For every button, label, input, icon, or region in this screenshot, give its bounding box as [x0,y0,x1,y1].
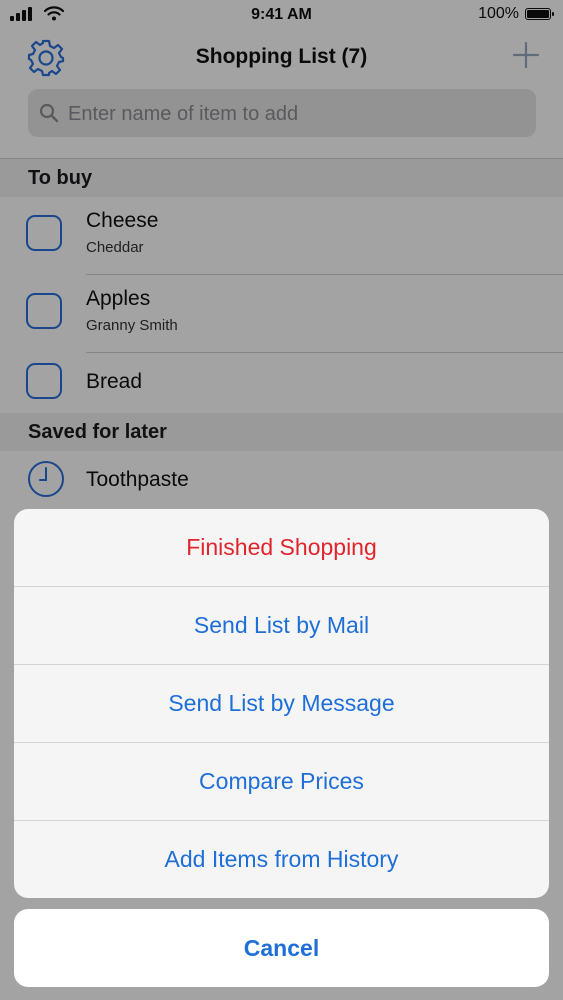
cancel-button[interactable]: Cancel [14,909,549,987]
finished-shopping-button[interactable]: Finished Shopping [14,509,549,586]
send-list-by-mail-button[interactable]: Send List by Mail [14,587,549,664]
compare-prices-button[interactable]: Compare Prices [14,743,549,820]
add-items-from-history-button[interactable]: Add Items from History [14,821,549,898]
send-list-by-message-button[interactable]: Send List by Message [14,665,549,742]
action-sheet: Finished Shopping Send List by Mail Send… [14,509,549,898]
